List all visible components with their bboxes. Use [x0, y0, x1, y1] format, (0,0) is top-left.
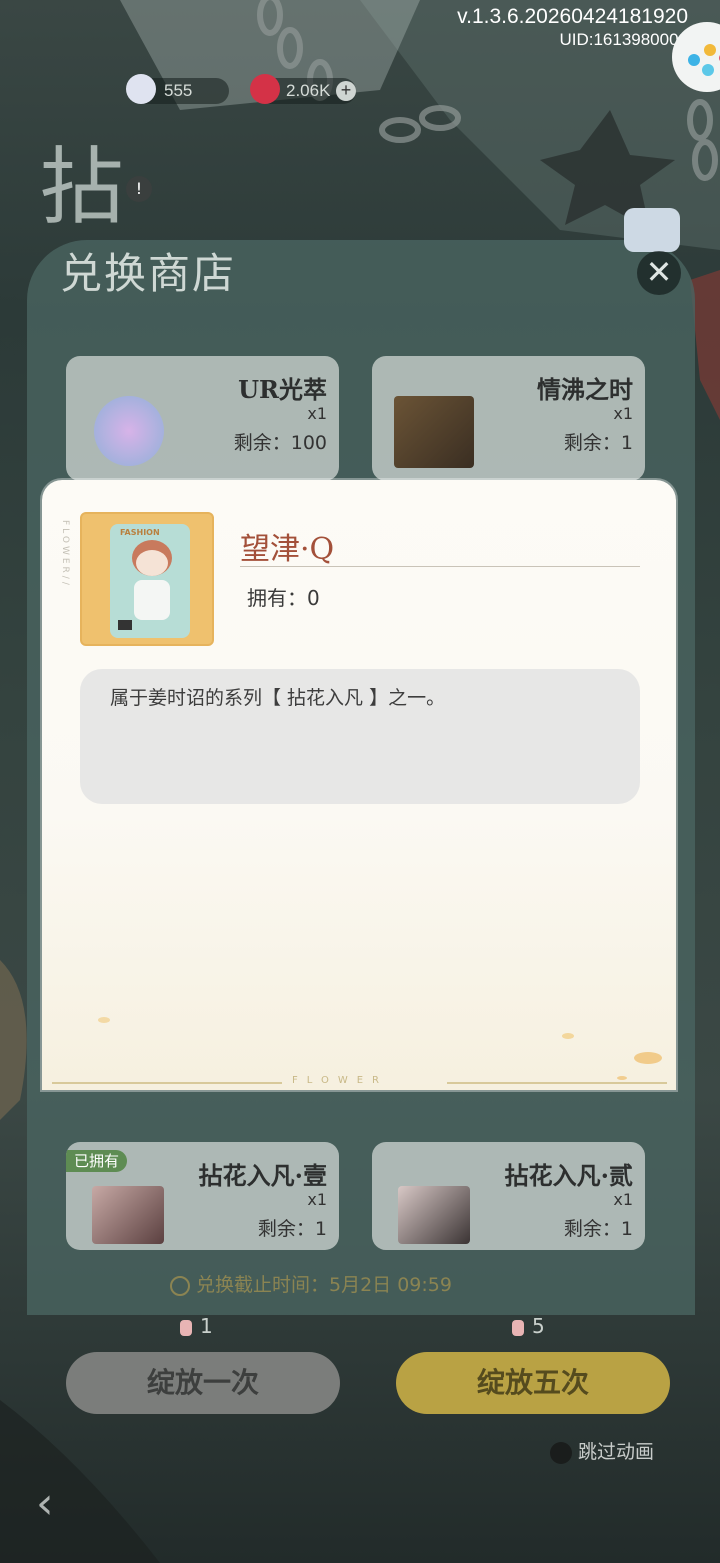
- crystal-currency: 555: [126, 74, 229, 104]
- ruby-count: 2.06K: [286, 81, 331, 100]
- item-remaining: 剩余：100: [233, 432, 327, 454]
- deadline-text: 兑换截止时间：5月2日 09:59: [196, 1274, 452, 1296]
- shop-item-card[interactable]: 情沸之时 x1 剩余：1: [372, 356, 645, 481]
- owned-badge: 已拥有: [66, 1150, 128, 1172]
- item-name: 情沸之时: [537, 375, 633, 404]
- item-qty: x1: [307, 404, 327, 423]
- item-thumbnail: [398, 1186, 470, 1244]
- exchange-deadline: 兑换截止时间：5月2日 09:59: [170, 1270, 452, 1297]
- crystal-icon: [126, 74, 156, 104]
- shop-item-card[interactable]: 已拥有 拈花入凡·壹 x1 剩余：1: [66, 1142, 339, 1250]
- bloom-once-button[interactable]: 绽放一次: [66, 1352, 340, 1414]
- ruby-currency: 2.06K +: [250, 74, 356, 104]
- flower-footer: FLOWER: [42, 1075, 676, 1090]
- petal-decor: [98, 1017, 662, 1080]
- item-remaining: 剩余：1: [257, 1218, 327, 1240]
- shop-title: 兑换商店: [60, 249, 237, 298]
- once-cost-value: 1: [200, 1314, 213, 1338]
- ruby-icon: [250, 74, 280, 104]
- item-qty: x1: [307, 1190, 327, 1209]
- toggle-circle-icon: [550, 1441, 572, 1464]
- shop-item-card[interactable]: UR光萃 x1 剩余：100: [66, 356, 339, 481]
- five-cost: 5: [512, 1314, 545, 1338]
- skip-animation-toggle[interactable]: 跳过动画: [550, 1437, 654, 1464]
- bottle-icon: [180, 1319, 192, 1336]
- app-logo[interactable]: [672, 22, 720, 92]
- banner-title-char: 拈: [40, 138, 125, 236]
- crystal-count: 555: [164, 81, 193, 100]
- item-remaining: 剩余：1: [563, 432, 633, 454]
- item-qty: x1: [613, 404, 633, 423]
- item-name: 拈花入凡·贰: [504, 1161, 633, 1190]
- five-cost-value: 5: [532, 1314, 545, 1338]
- clock-icon: [170, 1275, 190, 1296]
- notice-icon[interactable]: [624, 208, 680, 252]
- bottle-icon: [512, 1319, 524, 1336]
- footer-line-right: [447, 1082, 667, 1084]
- item-thumbnail: [394, 396, 474, 468]
- version-text: v.1.3.6.20260424181920: [457, 5, 688, 28]
- ur-shard-icon: [94, 396, 164, 466]
- skip-animation-label: 跳过动画: [578, 1441, 655, 1463]
- item-qty: x1: [613, 1190, 633, 1209]
- shop-item-card[interactable]: 拈花入凡·贰 x1 剩余：1: [372, 1142, 645, 1250]
- uid-text: UID:1613980003: [559, 30, 688, 49]
- item-detail-modal: FLOWER// FASHION 望津·Q 拥有：0 属于姜时诏的系列【 拈花入…: [42, 480, 676, 1090]
- status-info: v.1.3.6.20260424181920 UID:1613980003: [457, 4, 688, 51]
- item-name: UR光萃: [238, 375, 327, 404]
- item-remaining: 剩余：1: [563, 1218, 633, 1240]
- footer-line-left: [52, 1082, 282, 1084]
- alert-badge-icon: !: [126, 176, 152, 202]
- add-ruby-button[interactable]: +: [336, 81, 356, 101]
- once-cost: 1: [180, 1314, 213, 1338]
- item-thumbnail: [92, 1186, 164, 1244]
- item-name: 拈花入凡·壹: [198, 1161, 327, 1190]
- footer-text: FLOWER: [292, 1075, 388, 1086]
- back-arrow-icon[interactable]: ‹: [36, 1478, 54, 1529]
- close-icon[interactable]: ✕: [637, 251, 681, 295]
- bloom-five-button[interactable]: 绽放五次: [396, 1352, 670, 1414]
